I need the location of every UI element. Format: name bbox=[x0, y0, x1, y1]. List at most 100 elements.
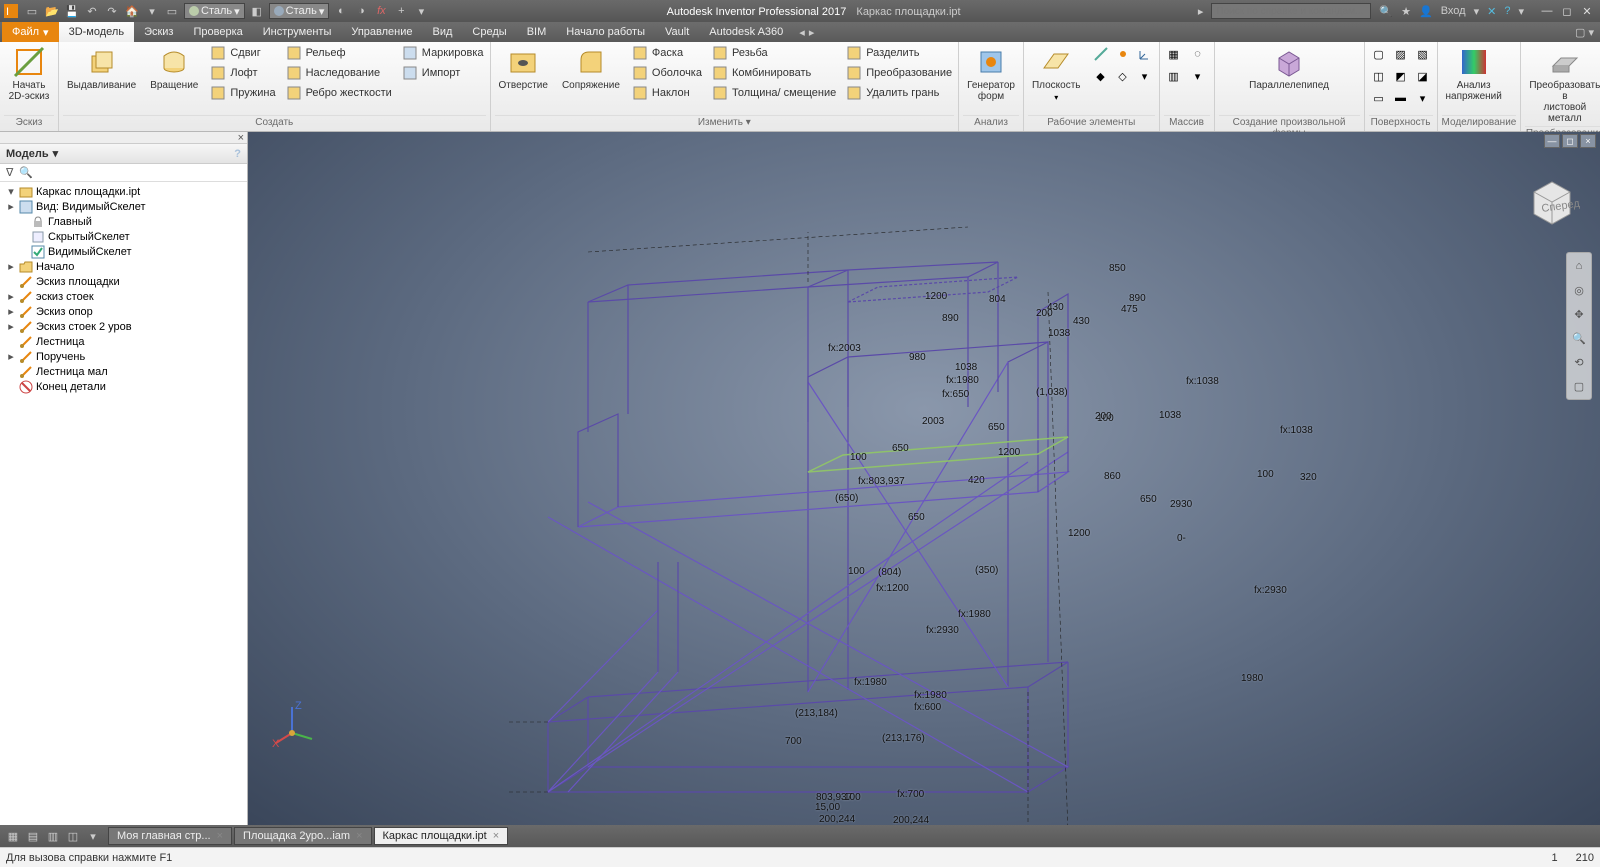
rect-pattern-icon[interactable]: ▦ bbox=[1164, 44, 1184, 64]
surf-icon[interactable]: ▧ bbox=[1413, 44, 1433, 64]
orbit-icon[interactable]: ⟲ bbox=[1570, 353, 1588, 371]
surf-icon[interactable]: ▬ bbox=[1391, 88, 1411, 108]
dimension-label[interactable]: 100 bbox=[850, 452, 867, 463]
tree-node[interactable]: Лестница bbox=[0, 334, 247, 349]
arrange-icon[interactable]: ▦ bbox=[4, 827, 22, 845]
surf-icon[interactable]: ◫ bbox=[1369, 66, 1389, 86]
ribbon-small-button[interactable]: Импорт bbox=[400, 64, 486, 82]
ribbon-small-button[interactable]: Наклон bbox=[630, 84, 704, 102]
panel-close-icon[interactable]: × bbox=[238, 132, 244, 144]
dimension-label[interactable]: 1038 bbox=[1048, 328, 1070, 339]
expander-icon[interactable]: ▸ bbox=[6, 290, 16, 303]
ribbon-small-button[interactable]: Удалить грань bbox=[844, 84, 954, 102]
dimension-label[interactable]: (213,176) bbox=[882, 733, 925, 744]
dimension-label[interactable]: fx:600 bbox=[914, 702, 941, 713]
tree-node[interactable]: Конец детали bbox=[0, 379, 247, 394]
ribbon-tab[interactable]: BIM bbox=[517, 22, 557, 42]
dimension-label[interactable]: fx:2930 bbox=[926, 625, 959, 636]
tree-node[interactable]: ▸эскиз стоек bbox=[0, 289, 247, 304]
search-input[interactable] bbox=[1211, 3, 1371, 19]
dimension-label[interactable]: (350) bbox=[975, 565, 998, 576]
tree-node[interactable]: ▸Эскиз опор bbox=[0, 304, 247, 319]
dimension-label[interactable]: 200,244 bbox=[893, 815, 929, 825]
work-icon[interactable]: ◇ bbox=[1113, 66, 1133, 86]
work-icon[interactable]: ◆ bbox=[1091, 66, 1111, 86]
undo-icon[interactable]: ↶ bbox=[84, 3, 100, 19]
pan-icon[interactable]: ✥ bbox=[1570, 305, 1588, 323]
tree-node[interactable]: ▸Начало bbox=[0, 259, 247, 274]
expander-icon[interactable]: ▾ bbox=[6, 185, 16, 198]
open-icon[interactable]: 📂 bbox=[44, 3, 60, 19]
star-icon[interactable]: ★ bbox=[1401, 5, 1411, 18]
search-expand-icon[interactable]: ▸ bbox=[1198, 5, 1204, 18]
ribbon-tab[interactable]: Vault bbox=[655, 22, 699, 42]
ribbon-tab[interactable]: Эскиз bbox=[134, 22, 183, 42]
dimension-label[interactable]: fx:650 bbox=[942, 389, 969, 400]
appearance-select[interactable]: Сталь▾ bbox=[269, 3, 330, 19]
plane-button[interactable]: Плоскость▾ bbox=[1028, 44, 1085, 104]
work-icon[interactable]: ▾ bbox=[1135, 66, 1155, 86]
dropdown-icon[interactable]: ▾ bbox=[144, 3, 160, 19]
dimension-label[interactable]: fx:1980 bbox=[854, 677, 887, 688]
ucs-icon[interactable] bbox=[1135, 44, 1155, 64]
login-label[interactable]: Вход bbox=[1441, 5, 1466, 17]
ribbon-small-button[interactable]: Фаска bbox=[630, 44, 704, 62]
dimension-label[interactable]: 804 bbox=[989, 294, 1006, 305]
dimension-label[interactable]: 2930 bbox=[1170, 499, 1192, 510]
surf-icon[interactable]: ▭ bbox=[1369, 88, 1389, 108]
dimension-label[interactable]: 980 bbox=[909, 352, 926, 363]
close-button[interactable]: ✕ bbox=[1578, 3, 1596, 19]
hole-button[interactable]: Отверстие bbox=[495, 44, 552, 93]
dimension-label[interactable]: 200,244 bbox=[819, 814, 855, 825]
minimize-button[interactable]: — bbox=[1538, 3, 1556, 19]
ribbon-tab[interactable]: Начало работы bbox=[556, 22, 655, 42]
qat-icon[interactable]: ◐ bbox=[333, 3, 349, 19]
ribbon-small-button[interactable]: Маркировка bbox=[400, 44, 486, 62]
tree-node[interactable]: Лестница мал bbox=[0, 364, 247, 379]
dimension-label[interactable]: 430 bbox=[1073, 316, 1090, 327]
dimension-label[interactable]: 890 bbox=[1129, 293, 1146, 304]
close-icon[interactable]: × bbox=[217, 830, 223, 842]
material-select[interactable]: Сталь▾ bbox=[184, 3, 245, 19]
model-canvas[interactable] bbox=[248, 132, 1600, 825]
dimension-label[interactable]: 100 bbox=[1257, 469, 1274, 480]
home-view-icon[interactable]: ⌂ bbox=[1570, 257, 1588, 275]
expander-icon[interactable]: ▸ bbox=[6, 305, 16, 318]
3d-viewport[interactable]: —◻× bbox=[248, 132, 1600, 825]
home-icon[interactable]: 🏠 bbox=[124, 3, 140, 19]
filter-icon[interactable]: ∇ bbox=[6, 166, 13, 179]
dimension-label[interactable]: fx:1038 bbox=[1186, 376, 1219, 387]
ribbon-tab[interactable]: Вид bbox=[423, 22, 463, 42]
ribbon-small-button[interactable]: Лофт bbox=[208, 64, 277, 82]
help-icon[interactable]: ? bbox=[234, 148, 241, 160]
plus-icon[interactable]: + bbox=[393, 3, 409, 19]
surf-icon[interactable]: ▨ bbox=[1391, 44, 1411, 64]
ribbon-small-button[interactable]: Толщина/ смещение bbox=[710, 84, 838, 102]
ribbon-small-button[interactable]: Комбинировать bbox=[710, 64, 838, 82]
viewcube[interactable]: Спереди bbox=[1524, 172, 1580, 228]
dimension-label[interactable]: 475 bbox=[1121, 304, 1138, 315]
ribbon-small-button[interactable]: Резьба bbox=[710, 44, 838, 62]
tab-nav-icon[interactable]: ▸ bbox=[809, 26, 815, 39]
expander-icon[interactable]: ▸ bbox=[6, 320, 16, 333]
dimension-label[interactable]: (650) bbox=[835, 493, 858, 504]
dimension-label[interactable]: 890 bbox=[942, 313, 959, 324]
qat-more-icon[interactable]: ▾ bbox=[413, 3, 429, 19]
tree-node[interactable]: ▾Каркас площадки.ipt bbox=[0, 184, 247, 199]
dimension-label[interactable]: 650 bbox=[892, 443, 909, 454]
dimension-label[interactable]: (804) bbox=[878, 567, 901, 578]
tree-node[interactable]: Эскиз площадки bbox=[0, 274, 247, 289]
dimension-label[interactable]: 850 bbox=[1109, 263, 1126, 274]
dimension-label[interactable]: 650 bbox=[908, 512, 925, 523]
ribbon-small-button[interactable]: Наследование bbox=[284, 64, 394, 82]
arrange-icon[interactable]: ▤ bbox=[24, 827, 42, 845]
dimension-label[interactable]: 2003 bbox=[922, 416, 944, 427]
pattern-icon[interactable]: ▾ bbox=[1188, 66, 1208, 86]
dimension-label[interactable]: 200 bbox=[1095, 411, 1112, 422]
dimension-label[interactable]: fx:700 bbox=[897, 789, 924, 800]
dimension-label[interactable]: fx:1980 bbox=[914, 690, 947, 701]
search-icon[interactable]: 🔍 bbox=[1379, 5, 1393, 18]
dimension-label[interactable]: (1,038) bbox=[1036, 387, 1068, 398]
steering-wheel-icon[interactable]: ◎ bbox=[1570, 281, 1588, 299]
redo-icon[interactable]: ↷ bbox=[104, 3, 120, 19]
